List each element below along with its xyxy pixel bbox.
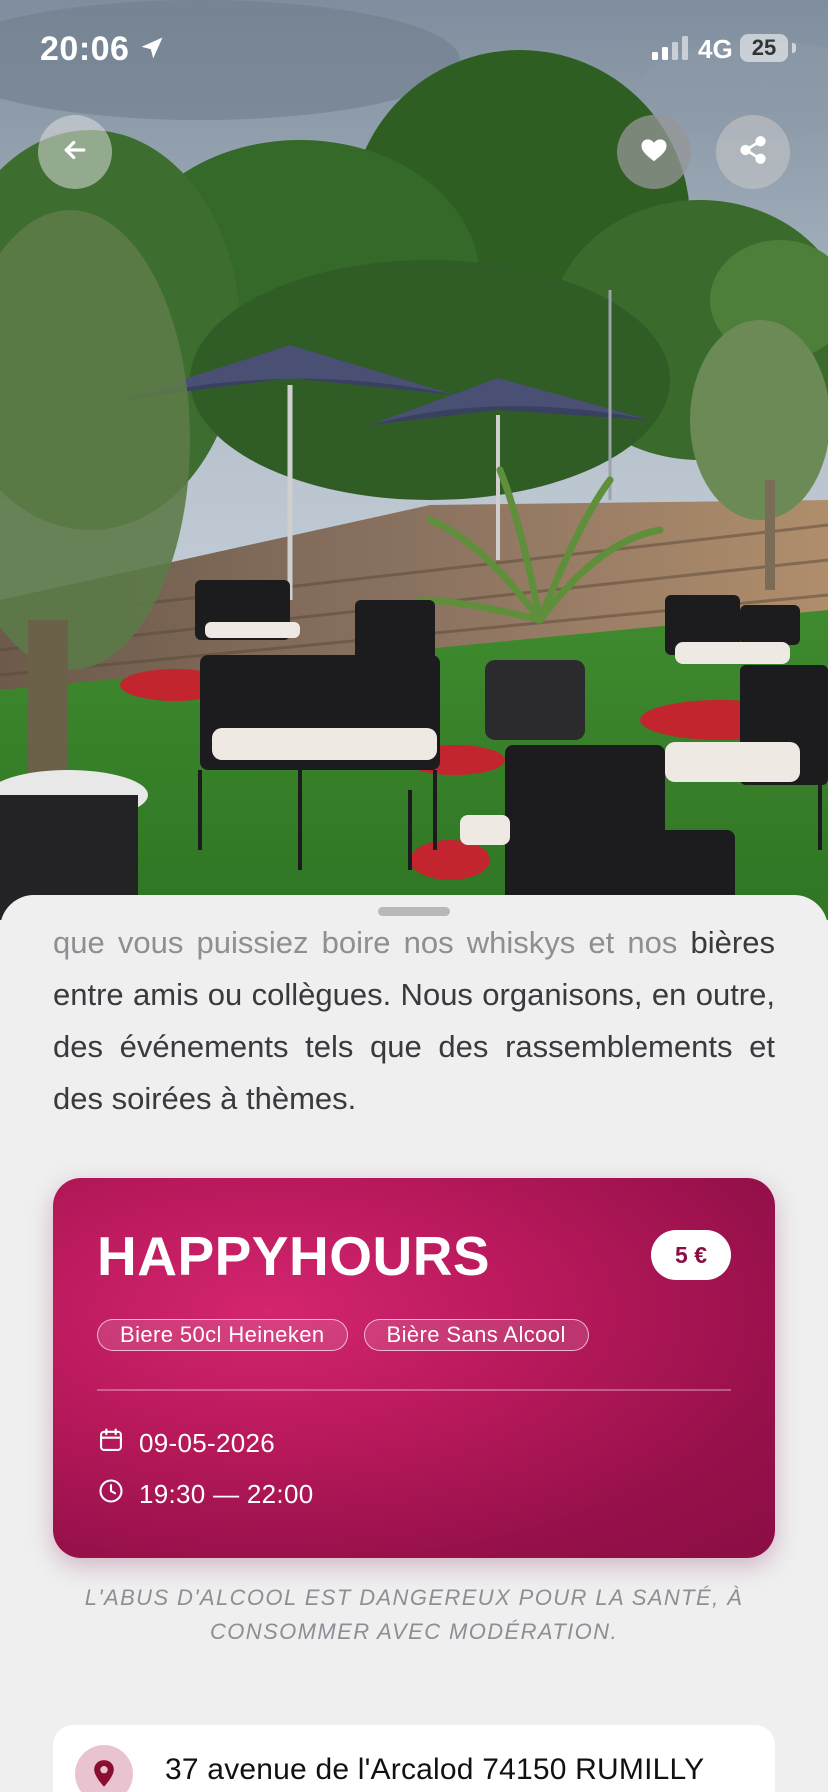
arrow-left-icon bbox=[60, 135, 90, 170]
status-time: 20:06 bbox=[40, 30, 130, 68]
heart-icon bbox=[639, 135, 669, 170]
network-type: 4G bbox=[698, 34, 733, 64]
promo-date-row: 09-05-2026 bbox=[97, 1426, 275, 1461]
location-arrow-icon bbox=[138, 34, 166, 67]
details-sheet[interactable]: que vous puissiez boire nos whiskys et n… bbox=[0, 895, 828, 1792]
share-icon bbox=[738, 135, 768, 170]
promo-time-row: 19:30 — 22:00 bbox=[97, 1477, 313, 1512]
sheet-grabber[interactable] bbox=[378, 907, 450, 916]
address-text: 37 avenue de l'Arcalod 74150 RUMILLY bbox=[165, 1753, 705, 1786]
promo-tag: Bière Sans Alcool bbox=[363, 1319, 589, 1351]
promo-tag: Biere 50cl Heineken bbox=[97, 1319, 348, 1351]
back-button[interactable] bbox=[38, 115, 112, 189]
promo-divider bbox=[97, 1389, 731, 1391]
status-bar: 20:06 4G 25 bbox=[0, 0, 828, 100]
description-faded-line: que vous puissiez boire nos whiskys et n… bbox=[53, 925, 678, 960]
price-badge: 5 € bbox=[651, 1230, 731, 1280]
calendar-icon bbox=[97, 1426, 125, 1461]
share-button[interactable] bbox=[716, 115, 790, 189]
signal-bars-icon bbox=[652, 36, 690, 65]
favorite-button[interactable] bbox=[617, 115, 691, 189]
promo-tags: Biere 50cl Heineken Bière Sans Alcool bbox=[97, 1319, 589, 1351]
venue-description: que vous puissiez boire nos whiskys et n… bbox=[53, 917, 775, 1125]
map-pin-icon bbox=[75, 1745, 133, 1792]
promo-time: 19:30 — 22:00 bbox=[139, 1479, 314, 1509]
venue-photo bbox=[0, 0, 828, 920]
promo-date: 09-05-2026 bbox=[139, 1428, 275, 1458]
alcohol-warning: L'ABUS D'ALCOOL EST DANGEREUX POUR LA SA… bbox=[84, 1585, 744, 1644]
promo-title: HAPPYHOURS bbox=[97, 1225, 491, 1287]
battery-level: 25 bbox=[740, 34, 788, 62]
clock-icon bbox=[97, 1477, 125, 1512]
happy-hour-card[interactable]: HAPPYHOURS 5 € Biere 50cl Heineken Bière… bbox=[53, 1178, 775, 1558]
battery-tip bbox=[792, 43, 796, 53]
address-card[interactable]: 37 avenue de l'Arcalod 74150 RUMILLY bbox=[53, 1725, 775, 1792]
